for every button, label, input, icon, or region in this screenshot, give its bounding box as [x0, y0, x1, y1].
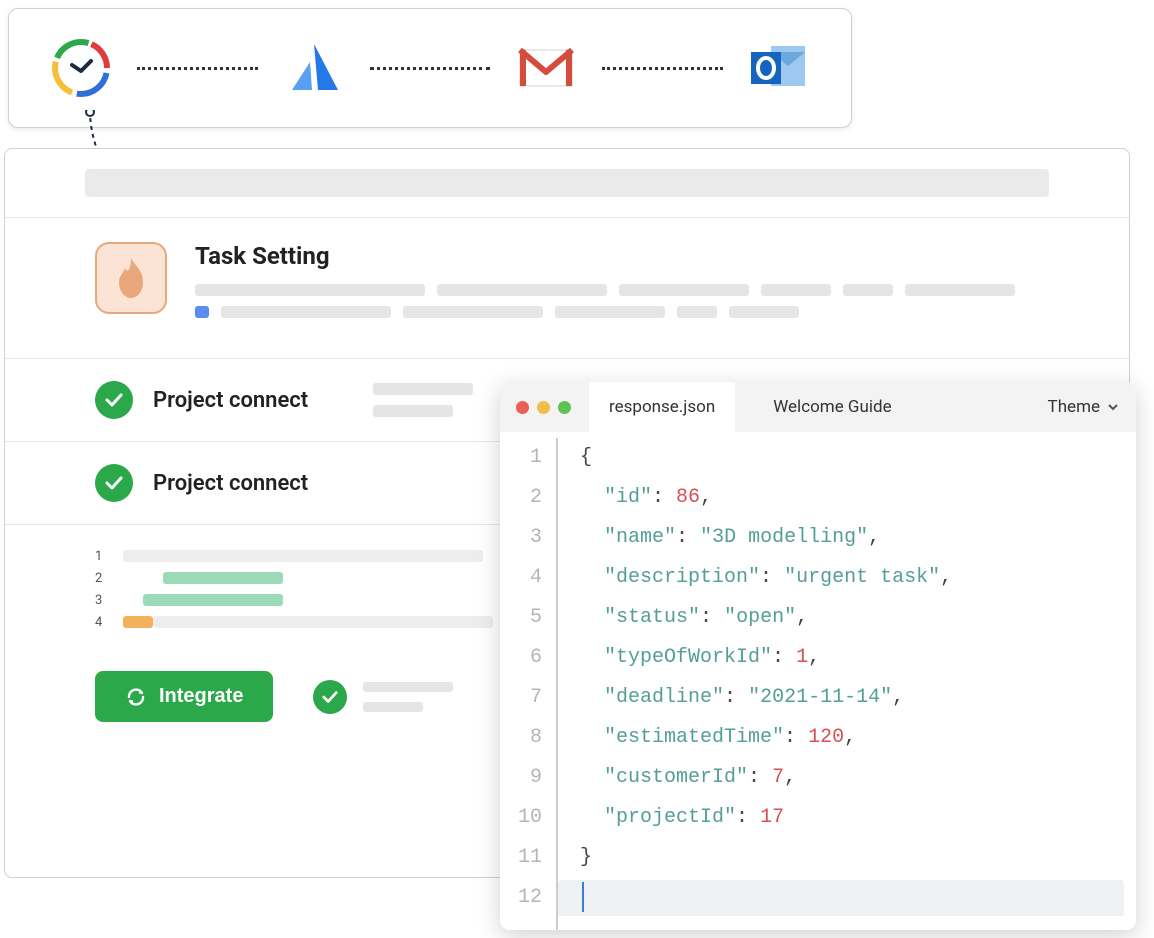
connector-dots: [137, 67, 258, 70]
sync-icon: [125, 686, 147, 708]
editor-titlebar: response.json Welcome Guide Theme: [500, 382, 1136, 432]
minimize-icon[interactable]: [537, 401, 550, 414]
integration-bar: [8, 8, 852, 128]
gantt-row-num: 3: [95, 593, 109, 608]
gantt-row-num: 4: [95, 615, 109, 630]
editor-body[interactable]: 1 2 3 4 5 6 7 8 9 10 11 12 { "id": 86, "…: [500, 432, 1136, 930]
connector-dots: [370, 67, 491, 70]
integrate-label: Integrate: [159, 685, 243, 708]
flame-icon: [95, 242, 167, 314]
header-section: Task Setting: [5, 218, 1129, 358]
tab-response-json[interactable]: response.json: [589, 382, 735, 432]
outlook-icon: [747, 36, 811, 100]
maximize-icon[interactable]: [558, 401, 571, 414]
connector-dots: [602, 67, 723, 70]
check-icon: [313, 680, 347, 714]
gantt-row-num: 1: [95, 549, 109, 564]
integrate-button[interactable]: Integrate: [95, 671, 273, 722]
connect-label: Project connect: [153, 388, 353, 413]
page-title: Task Setting: [195, 242, 1039, 270]
theme-select[interactable]: Theme: [1048, 397, 1120, 417]
code-content[interactable]: { "id": 86, "name": "3D modelling", "des…: [558, 438, 1136, 930]
connect-label: Project connect: [153, 471, 353, 496]
check-icon: [95, 381, 133, 419]
close-icon[interactable]: [516, 401, 529, 414]
atlassian-icon: [282, 36, 346, 100]
check-icon: [95, 464, 133, 502]
chevron-down-icon: [1106, 400, 1120, 414]
gmail-icon: [514, 36, 578, 100]
window-controls[interactable]: [516, 401, 571, 414]
tab-welcome-guide[interactable]: Welcome Guide: [753, 382, 911, 432]
awork-clock-icon: [49, 36, 113, 100]
gantt-row-num: 2: [95, 571, 109, 586]
breadcrumb-placeholder: [5, 149, 1129, 218]
theme-label: Theme: [1048, 397, 1100, 417]
line-gutter: 1 2 3 4 5 6 7 8 9 10 11 12: [500, 438, 558, 930]
code-editor: response.json Welcome Guide Theme 1 2 3 …: [500, 382, 1136, 930]
